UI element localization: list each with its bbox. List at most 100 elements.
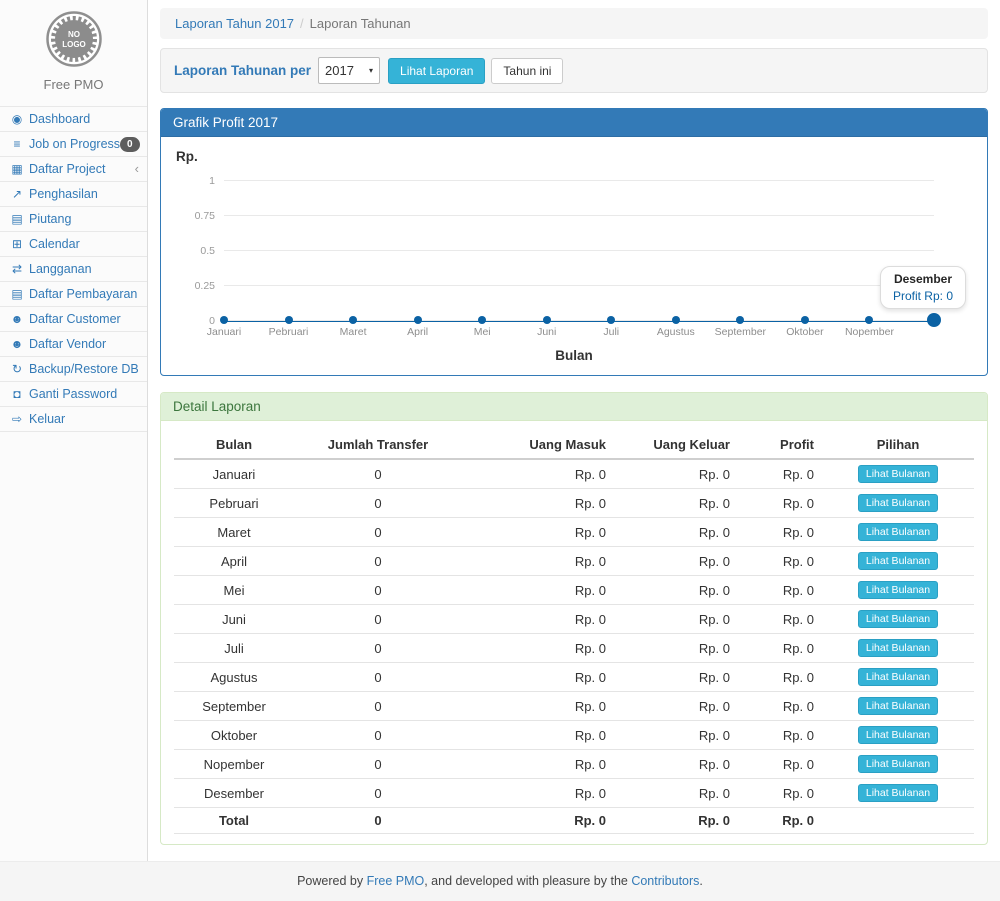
lihat-bulanan-button[interactable]: Lihat Bulanan [858, 755, 938, 773]
cell-uang-keluar: Rp. 0 [614, 750, 738, 779]
data-point-september[interactable] [736, 316, 744, 324]
breadcrumb: Laporan Tahun 2017/Laporan Tahunan [160, 8, 988, 39]
free-pmo-link[interactable]: Free PMO [367, 874, 425, 888]
data-point-maret[interactable] [349, 316, 357, 324]
cell-pilihan: Lihat Bulanan [822, 576, 974, 605]
lihat-bulanan-button[interactable]: Lihat Bulanan [858, 523, 938, 541]
profit-line-chart: Rp. 10.750.50.250 JanuariPebruariMaretAp… [174, 147, 974, 365]
lihat-bulanan-button[interactable]: Lihat Bulanan [858, 697, 938, 715]
cell-pilihan: Lihat Bulanan [822, 489, 974, 518]
lihat-bulanan-button[interactable]: Lihat Bulanan [858, 610, 938, 628]
lihat-bulanan-button[interactable]: Lihat Bulanan [858, 465, 938, 483]
table-row-pebruari: Pebruari0Rp. 0Rp. 0Rp. 0Lihat Bulanan [174, 489, 974, 518]
cell-uang-keluar: Rp. 0 [614, 576, 738, 605]
refresh-icon: ↻ [9, 361, 25, 377]
lihat-bulanan-button[interactable]: Lihat Bulanan [858, 494, 938, 512]
sidebar-item-calendar[interactable]: ⊞Calendar [0, 232, 147, 257]
sidebar-item-job-on-progress[interactable]: ≡Job on Progress0 [0, 132, 147, 157]
sidebar-item-label: Daftar Pembayaran [29, 286, 137, 302]
sidebar-menu: ◉Dashboard≡Job on Progress0▦Daftar Proje… [0, 106, 147, 432]
cell-pilihan: Lihat Bulanan [822, 518, 974, 547]
gridline: 0.25 [224, 285, 934, 286]
cell-pilihan: Lihat Bulanan [822, 634, 974, 663]
lihat-bulanan-button[interactable]: Lihat Bulanan [858, 581, 938, 599]
table-row-juni: Juni0Rp. 0Rp. 0Rp. 0Lihat Bulanan [174, 605, 974, 634]
data-point-april[interactable] [414, 316, 422, 324]
cell-uang-keluar: Rp. 0 [614, 663, 738, 692]
column-header-uang-masuk: Uang Masuk [462, 431, 614, 459]
cell-profit: Rp. 0 [738, 518, 822, 547]
sidebar-item-ganti-password[interactable]: ◘Ganti Password [0, 382, 147, 407]
sidebar-item-daftar-customer[interactable]: ☻Daftar Customer [0, 307, 147, 332]
cell-uang-masuk: Rp. 0 [462, 547, 614, 576]
data-point-januari[interactable] [220, 316, 228, 324]
gridline: 1 [224, 180, 934, 181]
sidebar-item-dashboard[interactable]: ◉Dashboard [0, 107, 147, 132]
tooltip-month: Desember [893, 272, 953, 286]
profit-chart-panel: Grafik Profit 2017 Rp. 10.750.50.250 Jan… [160, 108, 988, 376]
calendar-icon: ⊞ [9, 236, 25, 252]
contributors-link[interactable]: Contributors [631, 874, 699, 888]
svg-text:NO: NO [68, 30, 80, 39]
cell-bulan: Juni [174, 605, 294, 634]
tasks-icon: ≡ [9, 136, 25, 152]
data-point-nopember[interactable] [865, 316, 873, 324]
breadcrumb-link-laporan-tahun[interactable]: Laporan Tahun 2017 [175, 16, 294, 31]
sidebar-item-penghasilan[interactable]: ↗Penghasilan [0, 182, 147, 207]
x-axis-labels: JanuariPebruariMaretAprilMeiJuniJuliAgus… [224, 326, 934, 340]
cell-uang-masuk: Rp. 0 [462, 663, 614, 692]
lihat-bulanan-button[interactable]: Lihat Bulanan [858, 726, 938, 744]
year-select[interactable]: 2017 ▾ [318, 57, 380, 84]
table-row-september: September0Rp. 0Rp. 0Rp. 0Lihat Bulanan [174, 692, 974, 721]
cell-profit: Rp. 0 [738, 547, 822, 576]
cell-pilihan: Lihat Bulanan [822, 779, 974, 808]
sidebar-item-label: Ganti Password [29, 386, 117, 402]
x-tick-label: Mei [474, 326, 491, 338]
column-header-profit: Profit [738, 431, 822, 459]
x-tick-label: Maret [340, 326, 367, 338]
cell-uang-keluar: Rp. 0 [614, 489, 738, 518]
data-point-juli[interactable] [607, 316, 615, 324]
tahun-ini-button[interactable]: Tahun ini [491, 58, 563, 84]
table-row-nopember: Nopember0Rp. 0Rp. 0Rp. 0Lihat Bulanan [174, 750, 974, 779]
cell-jumlah-transfer: 0 [294, 489, 462, 518]
detail-panel-title: Detail Laporan [161, 393, 987, 421]
footer-text-1: Powered by [297, 874, 366, 888]
sidebar-item-backup-restore-db[interactable]: ↻Backup/Restore DB [0, 357, 147, 382]
sidebar-item-daftar-project[interactable]: ▦Daftar Project‹ [0, 157, 147, 182]
cell-jumlah-transfer: 0 [294, 779, 462, 808]
sidebar-item-keluar[interactable]: ⇨Keluar [0, 407, 147, 432]
lihat-bulanan-button[interactable]: Lihat Bulanan [858, 639, 938, 657]
sidebar-item-daftar-pembayaran[interactable]: ▤Daftar Pembayaran [0, 282, 147, 307]
sidebar-item-piutang[interactable]: ▤Piutang [0, 207, 147, 232]
cell-jumlah-transfer: 0 [294, 808, 462, 834]
sidebar-item-daftar-vendor[interactable]: ☻Daftar Vendor [0, 332, 147, 357]
cell-pilihan: Lihat Bulanan [822, 750, 974, 779]
cell-uang-keluar: Rp. 0 [614, 692, 738, 721]
data-point-desember[interactable] [927, 313, 941, 327]
cell-uang-masuk: Rp. 0 [462, 634, 614, 663]
data-point-juni[interactable] [543, 316, 551, 324]
lihat-bulanan-button[interactable]: Lihat Bulanan [858, 668, 938, 686]
cell-uang-masuk: Rp. 0 [462, 605, 614, 634]
x-tick-label: Juli [603, 326, 619, 338]
chart-line-icon: ↗ [9, 186, 25, 202]
report-filter-bar: Laporan Tahunan per 2017 ▾ Lihat Laporan… [160, 48, 988, 93]
data-point-pebruari[interactable] [285, 316, 293, 324]
cell-jumlah-transfer: 0 [294, 634, 462, 663]
cell-profit: Rp. 0 [738, 634, 822, 663]
table-row-januari: Januari0Rp. 0Rp. 0Rp. 0Lihat Bulanan [174, 459, 974, 489]
sidebar-item-langganan[interactable]: ⇄Langganan [0, 257, 147, 282]
lihat-laporan-button[interactable]: Lihat Laporan [388, 58, 485, 84]
cell-pilihan: Lihat Bulanan [822, 721, 974, 750]
data-point-agustus[interactable] [672, 316, 680, 324]
lihat-bulanan-button[interactable]: Lihat Bulanan [858, 784, 938, 802]
table-row-oktober: Oktober0Rp. 0Rp. 0Rp. 0Lihat Bulanan [174, 721, 974, 750]
cell-bulan: Desember [174, 779, 294, 808]
money-icon: ▤ [9, 286, 25, 302]
lihat-bulanan-button[interactable]: Lihat Bulanan [858, 552, 938, 570]
data-point-mei[interactable] [478, 316, 486, 324]
data-point-oktober[interactable] [801, 316, 809, 324]
cell-bulan: Pebruari [174, 489, 294, 518]
chart-panel-title: Grafik Profit 2017 [161, 109, 987, 137]
